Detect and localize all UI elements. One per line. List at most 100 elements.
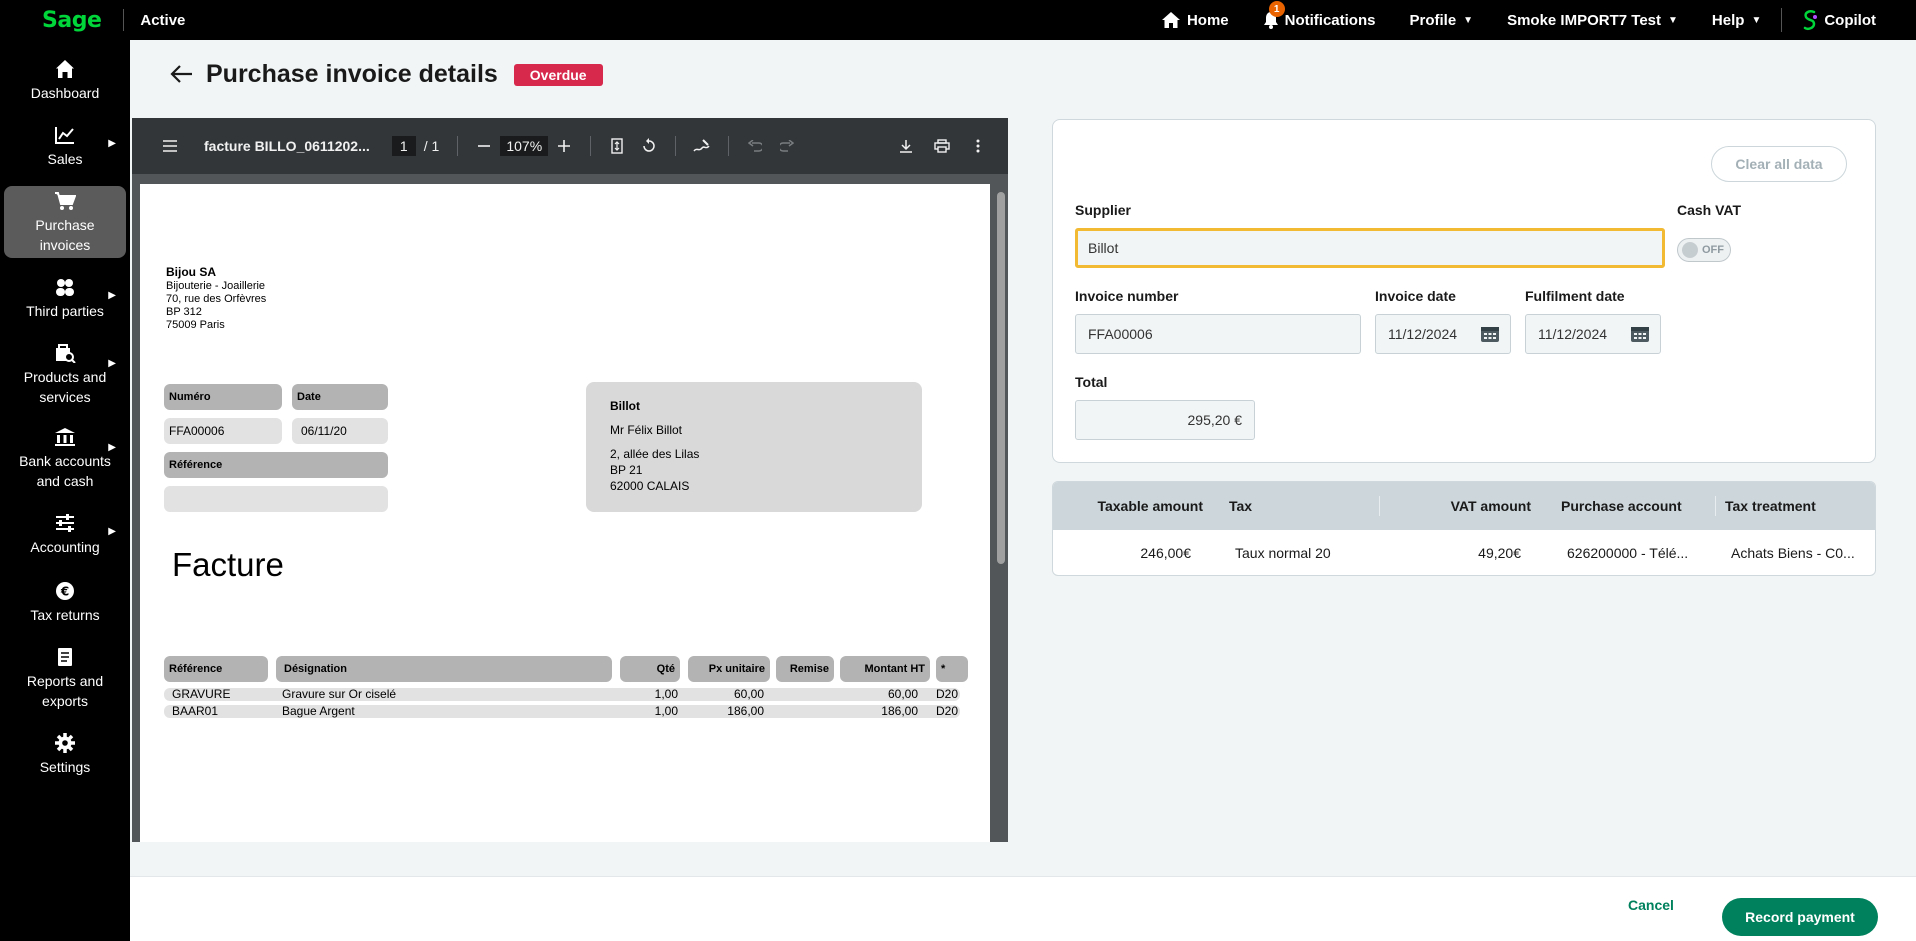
- col-taxable-amount[interactable]: Taxable amount: [1097, 482, 1203, 530]
- chevron-right-icon: ▶: [108, 290, 116, 301]
- copilot-button[interactable]: Copilot: [1802, 9, 1876, 31]
- chevron-right-icon: ▶: [108, 358, 116, 369]
- profile-menu[interactable]: Profile ▼: [1409, 12, 1473, 29]
- sidebar-item-reports-and-exports[interactable]: Reports and exports: [4, 642, 126, 714]
- calendar-icon[interactable]: [1630, 325, 1650, 343]
- top-bar: Sage Active Home 1 Notifications Profile…: [0, 0, 1916, 40]
- annotate-icon[interactable]: [686, 138, 718, 154]
- sidebar-item-label: Tax returns: [30, 607, 100, 623]
- pdf-table-row: BAAR01 Bague Argent 1,00 186,00 186,00 D…: [164, 705, 960, 718]
- sidebar-item-purchase-invoices[interactable]: Purchase invoices: [4, 186, 126, 258]
- rotate-icon[interactable]: [633, 138, 665, 154]
- pdf-cell-designation: Gravure sur Or ciselé: [282, 687, 397, 701]
- invoice-number-input[interactable]: FFA00006: [1075, 314, 1361, 354]
- home-icon: [1161, 12, 1180, 28]
- record-payment-button[interactable]: Record payment: [1722, 898, 1878, 936]
- sidebar-item-label: Third parties: [26, 303, 104, 319]
- supplier-label: Supplier: [1075, 202, 1132, 218]
- toolbar-divider: [728, 136, 730, 156]
- home-label: Home: [1186, 11, 1229, 29]
- print-icon[interactable]: [926, 139, 958, 153]
- sidebar-item-label: Settings: [39, 759, 91, 775]
- pdf-company-line: 75009 Paris: [166, 319, 225, 331]
- gear-icon: [53, 731, 77, 755]
- notifications-link[interactable]: 1 Notifications: [1263, 1, 1375, 29]
- sage-logo[interactable]: Sage: [42, 8, 102, 33]
- supplier-input[interactable]: Billot: [1075, 228, 1665, 268]
- redo-icon[interactable]: [771, 140, 803, 152]
- pdf-table-row: GRAVURE Gravure sur Or ciselé 1,00 60,00…: [164, 688, 960, 701]
- sidebar-item-products-and-services[interactable]: Products and services ▶: [4, 338, 126, 410]
- company-menu[interactable]: Smoke IMPORT7 Test ▼: [1507, 12, 1678, 29]
- cell-tax: Taux normal 20: [1235, 545, 1331, 561]
- pdf-recipient-line: BP 21: [610, 463, 643, 477]
- menu-icon[interactable]: [154, 140, 186, 152]
- pdf-cell-ref: BAAR01: [172, 704, 219, 718]
- column-divider: [1379, 496, 1380, 516]
- copilot-icon: [1804, 10, 1818, 31]
- invoice-form: Clear all data Supplier Billot Cash VAT …: [1052, 119, 1876, 463]
- sidebar-item-dashboard[interactable]: Dashboard: [4, 52, 126, 108]
- sidebar-item-third-parties[interactable]: Third parties ▶: [4, 270, 126, 326]
- sidebar-item-tax-returns[interactable]: € Tax returns: [4, 574, 126, 630]
- pdf-cell-qty: 1,00: [654, 704, 678, 718]
- cash-vat-state: OFF: [1702, 244, 1724, 256]
- pdf-company-line: Bijouterie - Joaillerie: [166, 280, 266, 292]
- pdf-page-total: / 1: [423, 138, 440, 154]
- chevron-right-icon: ▶: [108, 442, 116, 453]
- pdf-recipient-contact: Mr Félix Billot: [610, 423, 683, 437]
- invoice-date-input[interactable]: 11/12/2024: [1375, 314, 1511, 354]
- back-arrow-icon[interactable]: [170, 62, 194, 88]
- people-icon: [53, 275, 77, 299]
- cash-vat-label: Cash VAT: [1677, 202, 1742, 218]
- zoom-in-icon[interactable]: [548, 139, 580, 153]
- home-link[interactable]: Home: [1161, 11, 1229, 29]
- invoice-number-label: Invoice number: [1075, 288, 1179, 304]
- cell-vat-amount: 49,20€: [1478, 545, 1521, 561]
- cancel-button[interactable]: Cancel: [1628, 897, 1674, 913]
- cell-tax-treatment: Achats Biens - C0...: [1731, 545, 1855, 561]
- total-input[interactable]: 295,20 €: [1075, 400, 1255, 440]
- pdf-recipient-name: Billot: [610, 399, 640, 413]
- sidebar-item-settings[interactable]: Settings: [4, 726, 126, 782]
- pdf-scrollbar-thumb[interactable]: [997, 192, 1005, 564]
- pdf-cell-unit: 186,00: [727, 704, 764, 718]
- col-tax[interactable]: Tax: [1229, 482, 1252, 530]
- toolbar-divider: [675, 136, 677, 156]
- more-vertical-icon[interactable]: [962, 139, 994, 153]
- cash-vat-toggle[interactable]: OFF: [1677, 238, 1731, 262]
- pdf-cell-designation: Bague Argent: [282, 704, 355, 718]
- supplier-value: Billot: [1088, 240, 1119, 256]
- sidebar-item-accounting[interactable]: Accounting ▶: [4, 506, 126, 562]
- undo-icon[interactable]: [739, 140, 771, 152]
- top-divider: [1781, 8, 1783, 32]
- copilot-label: Copilot: [1824, 11, 1876, 29]
- pdf-zoom-input[interactable]: 107%: [500, 136, 549, 156]
- zoom-out-icon[interactable]: [468, 139, 500, 153]
- pdf-cell-amount: 60,00: [887, 687, 918, 701]
- sidebar-item-label: Accounting: [30, 539, 100, 555]
- col-purchase-account[interactable]: Purchase account: [1561, 482, 1682, 530]
- main-content: Purchase invoice details Overdue facture…: [130, 40, 1916, 876]
- download-icon[interactable]: [890, 139, 922, 153]
- sidebar-item-label: Dashboard: [30, 85, 100, 101]
- pdf-reference-label: Référence: [164, 452, 388, 478]
- sidebar-item-sales[interactable]: Sales ▶: [4, 118, 126, 174]
- pdf-recipient-line: 62000 CALAIS: [610, 479, 690, 493]
- clear-all-data-button[interactable]: Clear all data: [1711, 146, 1847, 182]
- sidebar-item-label: Purchase invoices: [35, 217, 95, 253]
- pdf-company-line: 70, rue des Orfèvres: [166, 293, 267, 305]
- col-vat-amount[interactable]: VAT amount: [1451, 482, 1531, 530]
- col-tax-treatment[interactable]: Tax treatment: [1725, 482, 1816, 530]
- pdf-company-block: Bijou SA Bijouterie - Joaillerie 70, rue…: [166, 266, 266, 332]
- fulfilment-date-input[interactable]: 11/12/2024: [1525, 314, 1661, 354]
- sidebar-item-bank-accounts[interactable]: Bank accounts and cash ▶: [4, 422, 126, 494]
- pdf-scrollbar[interactable]: [996, 178, 1006, 838]
- help-menu[interactable]: Help ▼: [1712, 12, 1761, 29]
- calendar-icon[interactable]: [1480, 325, 1500, 343]
- pdf-page-input[interactable]: 1: [391, 136, 416, 156]
- cell-taxable-amount: 246,00€: [1140, 545, 1191, 561]
- table-row[interactable]: 246,00€ Taux normal 20 49,20€ 626200000 …: [1053, 530, 1875, 575]
- fit-page-icon[interactable]: [601, 138, 633, 154]
- total-value: 295,20 €: [1187, 412, 1243, 428]
